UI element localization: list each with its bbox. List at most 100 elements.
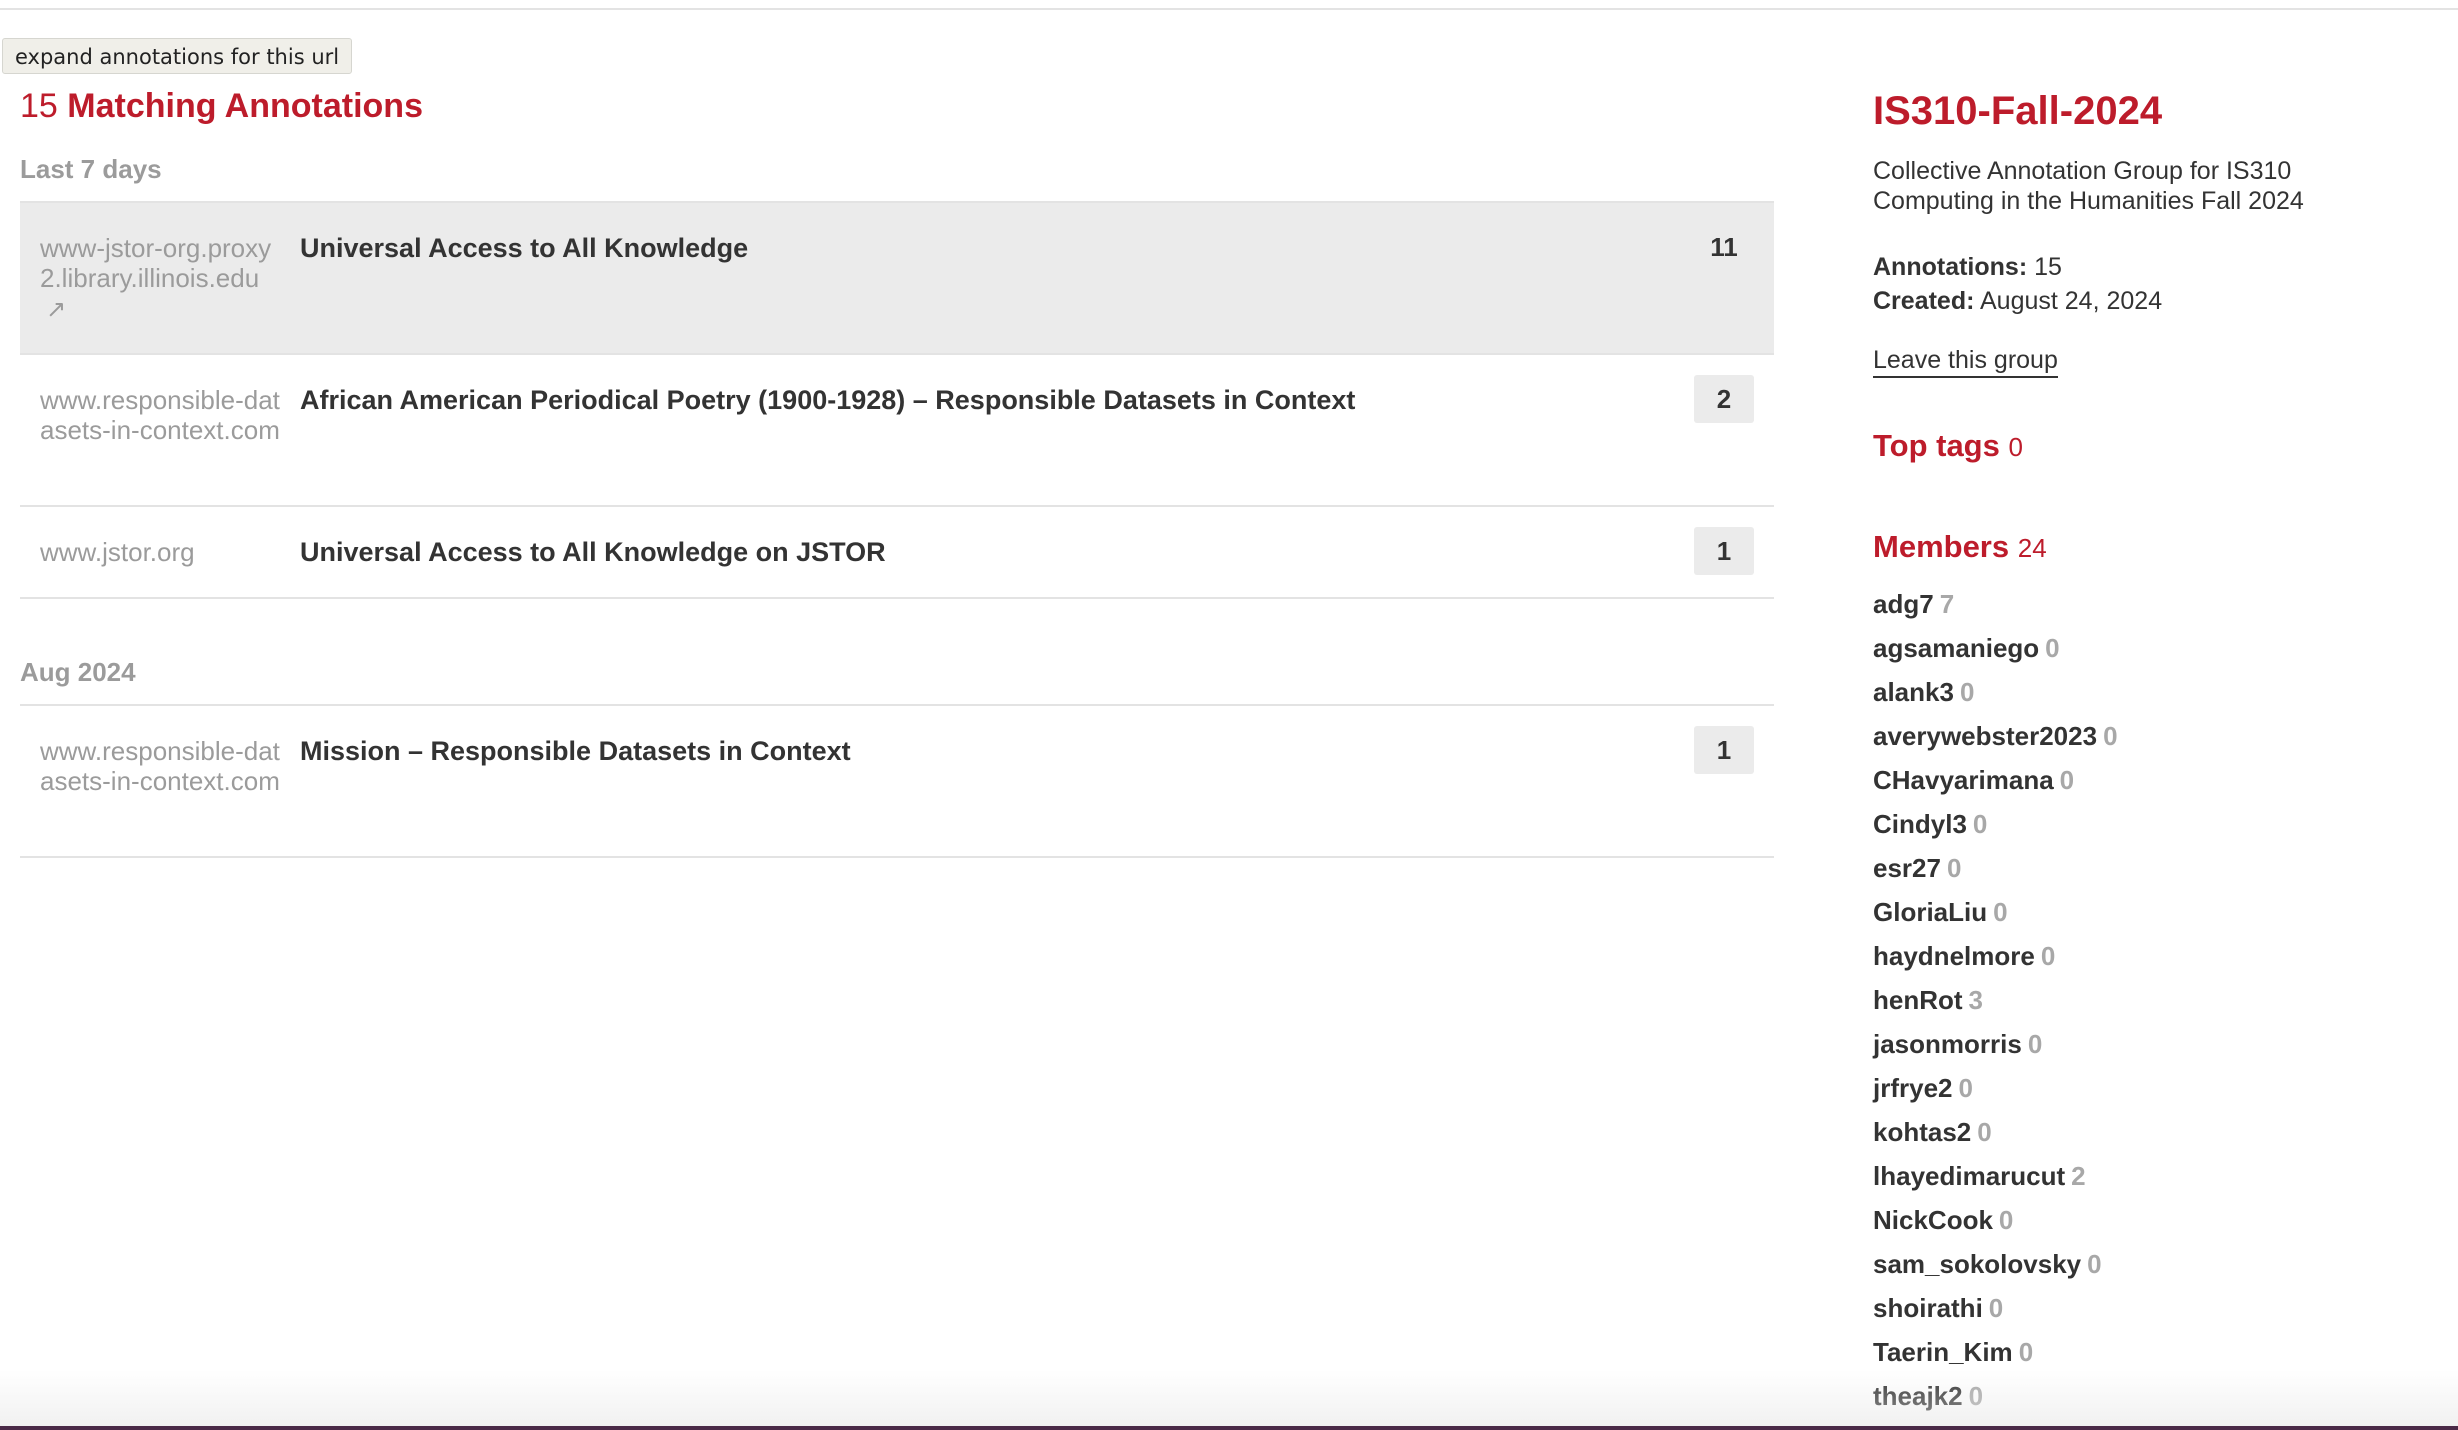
url-title[interactable]: Mission – Responsible Datasets in Contex… xyxy=(280,706,1774,856)
url-domain[interactable]: www-jstor-org.proxy2.library.illinois.ed… xyxy=(20,203,280,353)
members-count: 24 xyxy=(2017,533,2047,563)
member-username[interactable]: Taerin_Kim xyxy=(1873,1337,2013,1367)
group-description: Collective Annotation Group for IS310 Co… xyxy=(1873,157,2304,215)
url-domain[interactable]: www.responsible-datasets-in-context.com xyxy=(20,355,280,505)
member-item[interactable]: jrfrye2 0 xyxy=(1873,1066,2393,1110)
annotation-count: 11 xyxy=(1710,232,1738,262)
url-domain[interactable]: www.jstor.org xyxy=(20,507,280,597)
member-username[interactable]: esr27 xyxy=(1873,853,1941,883)
member-username[interactable]: theajk2 xyxy=(1873,1381,1963,1411)
member-username[interactable]: Cindyl3 xyxy=(1873,809,1967,839)
member-username[interactable]: kohtas2 xyxy=(1873,1117,1971,1147)
member-username[interactable]: CHavyarimana xyxy=(1873,765,2054,795)
annotations-stat: Annotations: 15 xyxy=(1873,250,2393,284)
member-annotation-count: 0 xyxy=(1946,853,1962,883)
url-row[interactable]: www.responsible-datasets-in-context.com … xyxy=(20,706,1774,858)
member-item[interactable]: lhayedimarucut 2 xyxy=(1873,1154,2393,1198)
member-item[interactable]: theajk2 0 xyxy=(1873,1374,2393,1418)
member-item[interactable]: GloriaLiu 0 xyxy=(1873,890,2393,934)
member-username[interactable]: sam_sokolovsky xyxy=(1873,1249,2081,1279)
members-heading: Members 24 xyxy=(1873,529,2393,566)
url-title[interactable]: African American Periodical Poetry (1900… xyxy=(280,355,1774,505)
url-title[interactable]: Universal Access to All Knowledge xyxy=(280,203,1774,353)
member-username[interactable]: shoirathi xyxy=(1873,1293,1983,1323)
member-annotation-count: 3 xyxy=(1968,985,1984,1015)
member-item[interactable]: jasonmorris 0 xyxy=(1873,1022,2393,1066)
member-annotation-count: 0 xyxy=(2018,1337,2034,1367)
annotation-count: 1 xyxy=(1694,527,1754,575)
member-annotation-count: 2 xyxy=(2071,1161,2086,1191)
member-item[interactable]: henRot 3 xyxy=(1873,978,2393,1022)
member-annotation-count: 0 xyxy=(2103,721,2118,751)
member-annotation-count: 0 xyxy=(1977,1117,1992,1147)
member-annotation-count: 7 xyxy=(1939,589,1955,619)
group-name: IS310-Fall-2024 xyxy=(1873,89,2163,133)
member-annotation-count: 0 xyxy=(1968,1381,1984,1411)
annotation-count: 2 xyxy=(1694,375,1754,423)
url-row[interactable]: www.responsible-datasets-in-context.com … xyxy=(20,355,1774,507)
member-username[interactable]: alank3 xyxy=(1873,677,1954,707)
created-label: Created: xyxy=(1873,287,1975,315)
member-item[interactable]: Cindyl3 0 xyxy=(1873,802,2393,846)
member-item[interactable]: Taerin_Kim 0 xyxy=(1873,1330,2393,1374)
url-domain[interactable]: www.responsible-datasets-in-context.com xyxy=(20,706,280,856)
top-tags-count: 0 xyxy=(2008,432,2023,462)
member-item[interactable]: haydnelmore 0 xyxy=(1873,934,2393,978)
member-item[interactable]: esr27 0 xyxy=(1873,846,2393,890)
top-tags-label: Top tags xyxy=(1873,428,2000,463)
member-username[interactable]: averywebster2023 xyxy=(1873,721,2097,751)
member-username[interactable]: lhayedimarucut xyxy=(1873,1161,2065,1191)
member-item[interactable]: shoirathi 0 xyxy=(1873,1286,2393,1330)
expand-annotations-tooltip: expand annotations for this url xyxy=(2,38,353,74)
member-username[interactable]: agsamaniego xyxy=(1873,633,2039,663)
leave-group-link[interactable]: Leave this group xyxy=(1873,344,2058,378)
member-item[interactable]: sam_sokolovsky 0 xyxy=(1873,1242,2393,1286)
results-heading: 15 Matching Annotations xyxy=(20,86,1774,126)
member-annotation-count: 0 xyxy=(2087,1249,2102,1279)
member-username[interactable]: henRot xyxy=(1873,985,1963,1015)
url-row[interactable]: www-jstor-org.proxy2.library.illinois.ed… xyxy=(20,203,1774,355)
member-username[interactable]: NickCook xyxy=(1873,1205,1993,1235)
search-results: 15 Matching Annotations Last 7 days www-… xyxy=(20,86,1774,858)
member-item[interactable]: NickCook 0 xyxy=(1873,1198,2393,1242)
member-item[interactable]: adg7 7 xyxy=(1873,582,2393,626)
member-annotation-count: 0 xyxy=(1959,677,1975,707)
annotation-count: 1 xyxy=(1694,726,1754,774)
window-bottom-edge xyxy=(0,1426,2458,1430)
created-stat: Created: August 24, 2024 xyxy=(1873,284,2393,318)
created-value: August 24, 2024 xyxy=(1980,287,2163,315)
member-annotation-count: 0 xyxy=(1998,1205,2014,1235)
url-row[interactable]: www.jstor.org Universal Access to All Kn… xyxy=(20,507,1774,599)
member-username[interactable]: jrfrye2 xyxy=(1873,1073,1953,1103)
member-annotation-count: 0 xyxy=(2045,633,2060,663)
member-annotation-count: 0 xyxy=(2040,941,2056,971)
member-annotation-count: 0 xyxy=(1993,897,2008,927)
group-meta: Annotations: 15 Created: August 24, 2024 xyxy=(1873,250,2393,318)
member-item[interactable]: alank3 0 xyxy=(1873,670,2393,714)
top-divider xyxy=(0,8,2458,10)
member-item[interactable]: agsamaniego 0 xyxy=(1873,626,2393,670)
member-username[interactable]: haydnelmore xyxy=(1873,941,2035,971)
external-link-icon[interactable]: ↗ xyxy=(46,295,66,325)
annotations-value: 15 xyxy=(2034,253,2062,281)
member-annotation-count: 0 xyxy=(1988,1293,2004,1323)
member-annotation-count: 0 xyxy=(2059,765,2075,795)
member-username[interactable]: adg7 xyxy=(1873,589,1934,619)
results-label: Matching Annotations xyxy=(67,87,423,125)
url-list: www.responsible-datasets-in-context.com … xyxy=(20,704,1774,858)
top-tags-heading: Top tags 0 xyxy=(1873,428,2393,465)
member-item[interactable]: averywebster2023 0 xyxy=(1873,714,2393,758)
date-group-label: Aug 2024 xyxy=(20,657,136,687)
url-title[interactable]: Universal Access to All Knowledge on JST… xyxy=(280,507,1774,597)
member-annotation-count: 0 xyxy=(1958,1073,1973,1103)
member-username[interactable]: jasonmorris xyxy=(1873,1029,2022,1059)
member-item[interactable]: CHavyarimana 0 xyxy=(1873,758,2393,802)
member-username[interactable]: GloriaLiu xyxy=(1873,897,1987,927)
date-group-label: Last 7 days xyxy=(20,154,162,184)
member-annotation-count: 0 xyxy=(1972,809,1988,839)
url-domain-text: www-jstor-org.proxy2.library.illinois.ed… xyxy=(40,233,272,293)
member-item[interactable]: kohtas2 0 xyxy=(1873,1110,2393,1154)
member-list: adg7 7 agsamaniego 0 alank3 0 averywebster2… xyxy=(1873,582,2393,1418)
url-list: www-jstor-org.proxy2.library.illinois.ed… xyxy=(20,201,1774,599)
results-count: 15 xyxy=(20,87,58,125)
